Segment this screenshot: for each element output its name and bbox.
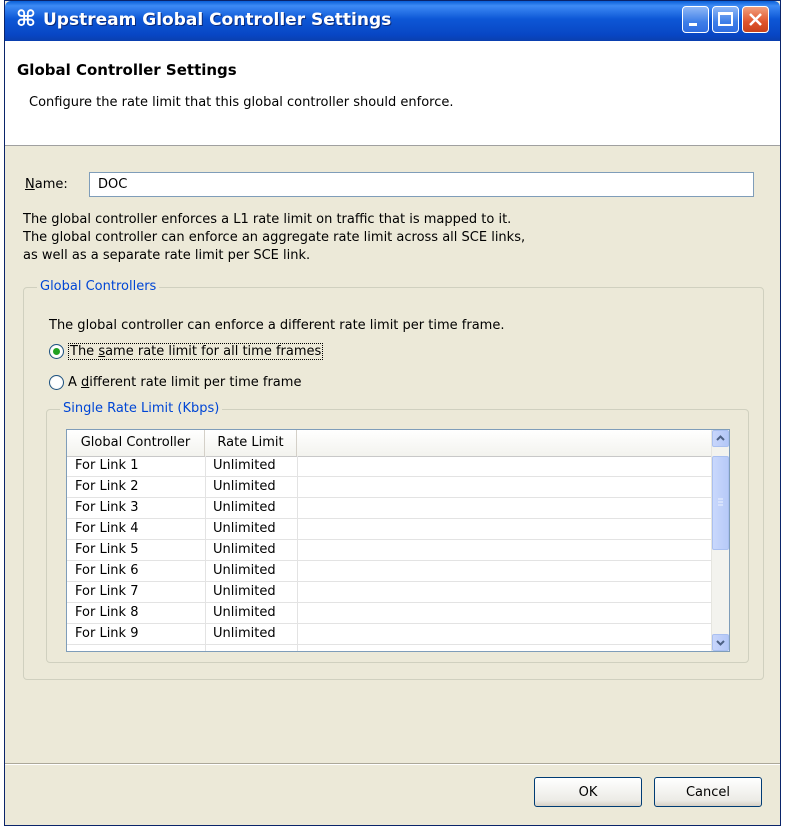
global-controllers-description: The global controller can enforce a diff… bbox=[49, 318, 505, 333]
page-description: Configure the rate limit that this globa… bbox=[29, 95, 454, 110]
cell-rate[interactable]: Unlimited bbox=[213, 521, 276, 536]
radio-different-rate-limit[interactable]: A different rate limit per time frame bbox=[49, 372, 301, 392]
column-header-rate-limit[interactable]: Rate Limit bbox=[205, 430, 297, 456]
page-title: Global Controller Settings bbox=[17, 61, 237, 79]
cell-rate[interactable]: Unlimited bbox=[213, 584, 276, 599]
title-bar[interactable]: ⌘ Upstream Global Controller Settings bbox=[5, 1, 780, 41]
cell-link: For Link 6 bbox=[75, 563, 139, 578]
chevron-up-icon bbox=[716, 435, 725, 441]
cell-link: For Link 7 bbox=[75, 584, 139, 599]
close-button[interactable] bbox=[742, 6, 769, 33]
ok-button[interactable]: OK bbox=[534, 777, 642, 807]
window-title: Upstream Global Controller Settings bbox=[43, 10, 392, 30]
table-row[interactable]: For Link 7 Unlimited bbox=[67, 582, 712, 603]
cell-rate[interactable]: Unlimited bbox=[213, 458, 276, 473]
table-row[interactable]: For Link 5 Unlimited bbox=[67, 540, 712, 561]
name-input[interactable] bbox=[89, 172, 754, 197]
table-row[interactable]: For Link 8 Unlimited bbox=[67, 603, 712, 624]
cell-rate[interactable]: Unlimited bbox=[213, 542, 276, 557]
info-line: The global controller enforces a L1 rate… bbox=[23, 212, 512, 227]
header-banner: Global Controller Settings Configure the… bbox=[5, 41, 780, 146]
minimize-button[interactable] bbox=[682, 6, 709, 33]
radio-button[interactable] bbox=[49, 374, 64, 390]
global-controllers-legend: Global Controllers bbox=[37, 279, 160, 294]
vertical-scrollbar[interactable] bbox=[711, 430, 729, 651]
cell-rate[interactable]: Unlimited bbox=[213, 500, 276, 515]
name-label: Name: bbox=[25, 177, 68, 192]
cell-link: For Link 2 bbox=[75, 479, 139, 494]
minimize-icon bbox=[689, 23, 697, 26]
cell-link: For Link 5 bbox=[75, 542, 139, 557]
cell-link: For Link 4 bbox=[75, 521, 139, 536]
rate-limit-table: Global Controller Rate Limit For Link 1 U… bbox=[66, 429, 730, 652]
dialog-window: ⌘ Upstream Global Controller Settings Gl… bbox=[4, 0, 781, 826]
cell-link: For Link 1 bbox=[75, 458, 139, 473]
chevron-down-icon bbox=[716, 640, 725, 646]
scroll-thumb[interactable] bbox=[712, 456, 729, 550]
table-header: Global Controller Rate Limit bbox=[67, 430, 712, 457]
cell-rate[interactable]: Unlimited bbox=[213, 479, 276, 494]
maximize-button[interactable] bbox=[712, 6, 739, 33]
cell-link: For Link 3 bbox=[75, 500, 139, 515]
cell-rate[interactable]: Unlimited bbox=[213, 605, 276, 620]
cell-link: For Link 9 bbox=[75, 626, 139, 641]
table-row[interactable]: For Link 3 Unlimited bbox=[67, 498, 712, 519]
grip-icon bbox=[718, 498, 723, 506]
close-icon bbox=[749, 13, 762, 26]
radio-same-rate-limit[interactable]: The same rate limit for all time frames bbox=[49, 341, 324, 361]
footer-divider bbox=[5, 763, 780, 765]
cell-link: For Link 8 bbox=[75, 605, 139, 620]
radio-label: The same rate limit for all time frames bbox=[68, 342, 324, 360]
radio-label: A different rate limit per time frame bbox=[68, 374, 302, 390]
scroll-up-button[interactable] bbox=[712, 430, 729, 447]
cell-rate[interactable]: Unlimited bbox=[213, 563, 276, 578]
table-row[interactable]: For Link 9 Unlimited bbox=[67, 624, 712, 645]
single-rate-limit-legend: Single Rate Limit (Kbps) bbox=[60, 401, 223, 416]
scroll-down-button[interactable] bbox=[712, 634, 729, 651]
radio-button[interactable] bbox=[49, 343, 64, 359]
info-line: The global controller can enforce an agg… bbox=[23, 230, 526, 245]
cell-rate[interactable]: Unlimited bbox=[213, 626, 276, 641]
info-line: as well as a separate rate limit per SCE… bbox=[23, 248, 311, 263]
table-row[interactable]: For Link 2 Unlimited bbox=[67, 477, 712, 498]
table-row[interactable]: For Link 1 Unlimited bbox=[67, 456, 712, 477]
column-header-global-controller[interactable]: Global Controller bbox=[67, 430, 205, 456]
info-text: The global controller enforces a L1 rate… bbox=[23, 211, 525, 265]
cisco-app-icon: ⌘ bbox=[15, 7, 37, 32]
cancel-button[interactable]: Cancel bbox=[654, 777, 762, 807]
table-row[interactable]: For Link 6 Unlimited bbox=[67, 561, 712, 582]
table-row[interactable]: For Link 4 Unlimited bbox=[67, 519, 712, 540]
maximize-icon bbox=[718, 12, 733, 26]
